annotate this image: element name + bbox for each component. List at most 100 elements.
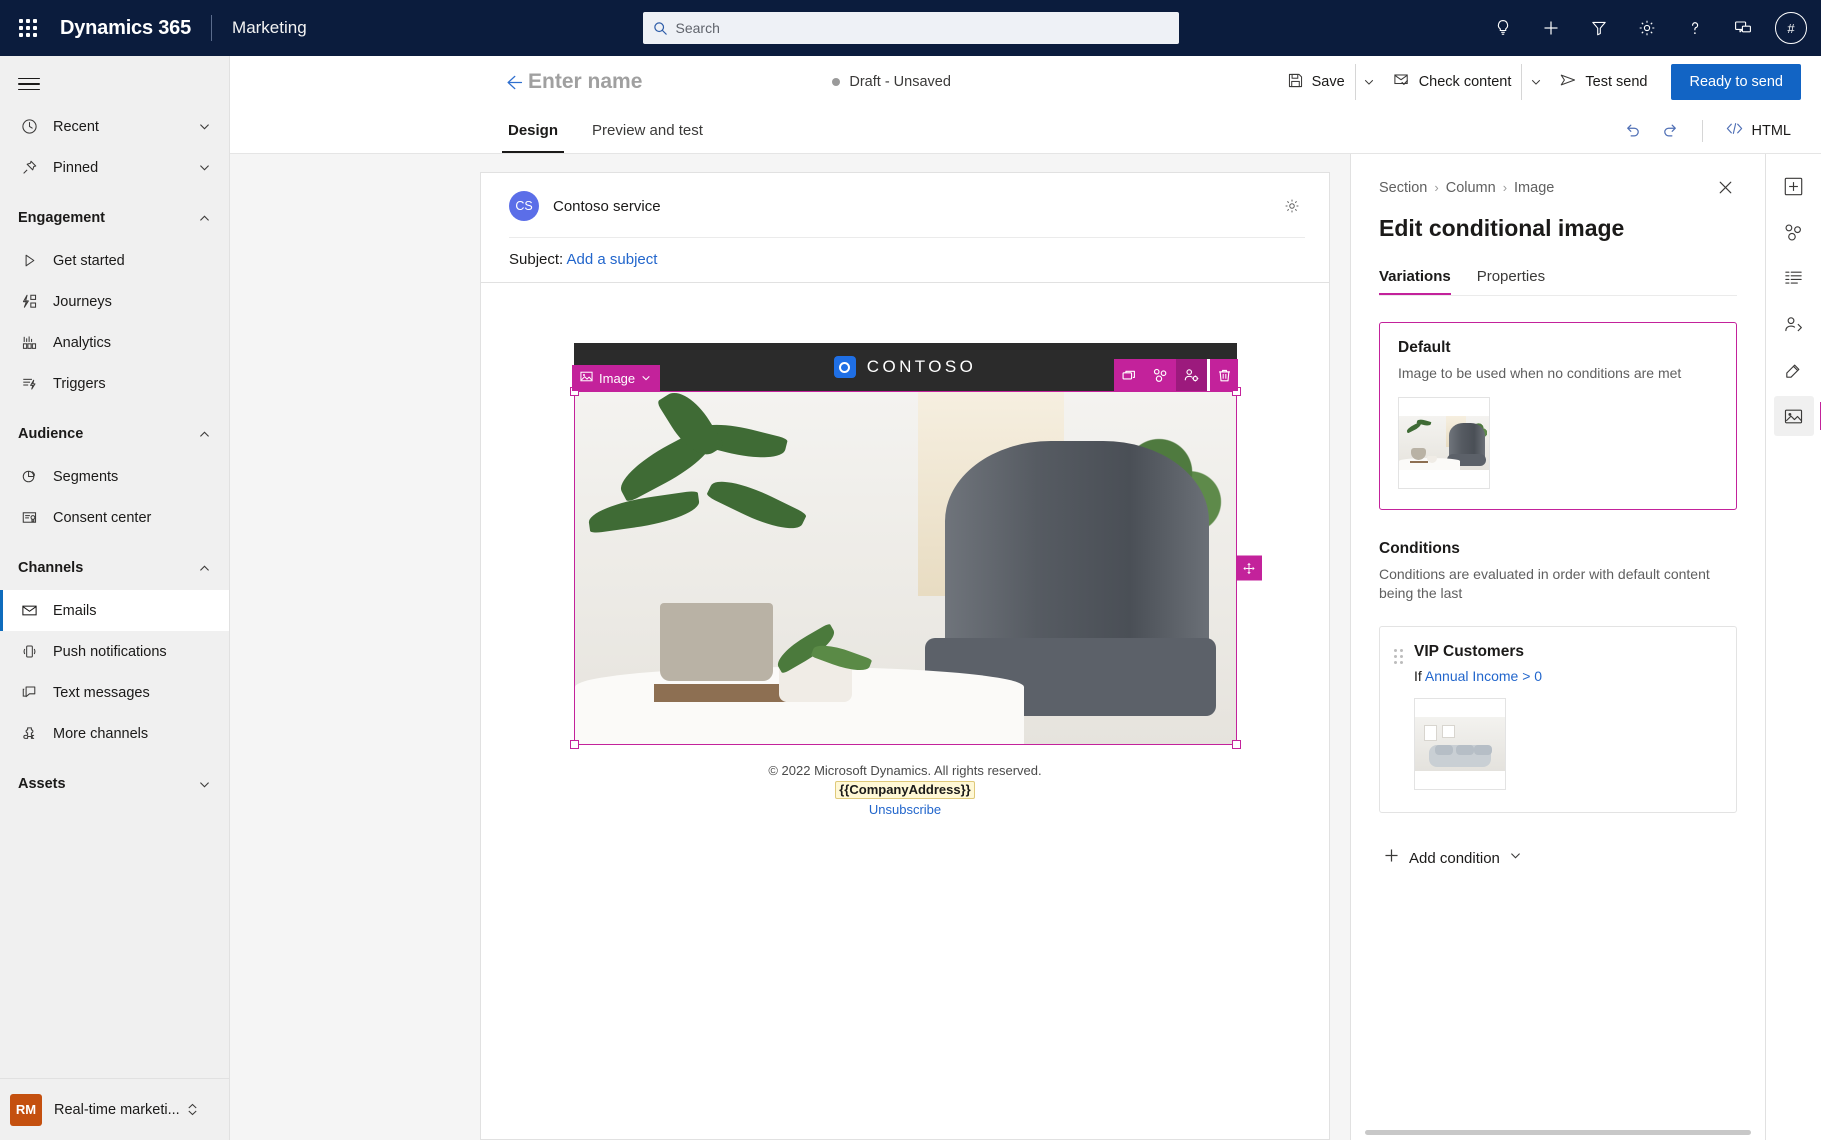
search-icon bbox=[653, 21, 668, 36]
images-icon[interactable] bbox=[1773, 396, 1821, 436]
brand-icon[interactable] bbox=[1774, 350, 1814, 390]
top-navigation-bar: Dynamics 365 Marketing Search # bbox=[0, 0, 1821, 56]
plus-icon[interactable] bbox=[1527, 4, 1575, 52]
sidebar-group-engagement[interactable]: Engagement bbox=[0, 196, 229, 240]
sidebar-item-recent[interactable]: Recent bbox=[0, 106, 229, 147]
resize-handle-bottom-right[interactable] bbox=[1231, 740, 1241, 749]
condition-body: VIP Customers If Annual Income > 0 bbox=[1414, 643, 1718, 791]
add-condition-button[interactable]: Add condition bbox=[1379, 841, 1526, 875]
sidebar-item-consent-center[interactable]: Consent center bbox=[0, 497, 229, 538]
filter-icon[interactable] bbox=[1575, 4, 1623, 52]
vip-image-thumbnail[interactable] bbox=[1414, 698, 1506, 791]
tab-variations[interactable]: Variations bbox=[1379, 268, 1451, 295]
panel-title: Edit conditional image bbox=[1379, 215, 1625, 241]
block-type-tag[interactable]: Image bbox=[572, 365, 661, 391]
sidebar-item-label: Journeys bbox=[53, 293, 112, 310]
default-card-description: Image to be used when no conditions are … bbox=[1398, 365, 1682, 381]
delete-icon[interactable] bbox=[1207, 359, 1238, 391]
breadcrumb-item-image[interactable]: Image bbox=[1514, 180, 1554, 196]
sender-name: Contoso service bbox=[553, 197, 661, 215]
record-name-input[interactable]: Enter name bbox=[528, 70, 642, 94]
default-image-thumbnail[interactable] bbox=[1398, 396, 1490, 489]
html-editor-button[interactable]: HTML bbox=[1717, 114, 1799, 148]
move-handle-icon[interactable] bbox=[1236, 555, 1262, 581]
save-button[interactable]: Save bbox=[1277, 64, 1355, 100]
feedback-icon[interactable] bbox=[1719, 4, 1767, 52]
sidebar-item-analytics[interactable]: Analytics bbox=[0, 322, 229, 363]
resize-handle-bottom-left[interactable] bbox=[569, 740, 579, 749]
journeys-icon bbox=[18, 291, 40, 313]
tab-design[interactable]: Design bbox=[502, 108, 565, 153]
panel-horizontal-scrollbar[interactable] bbox=[1351, 1124, 1765, 1140]
email-hero-image[interactable] bbox=[574, 392, 1236, 744]
image-selection-frame[interactable] bbox=[569, 387, 1241, 749]
sidebar-item-pinned[interactable]: Pinned bbox=[0, 147, 229, 188]
tab-properties[interactable]: Properties bbox=[1477, 268, 1545, 295]
conditional-content-icon[interactable] bbox=[1176, 359, 1207, 391]
condition-rule-attribute[interactable]: Annual Income bbox=[1425, 668, 1518, 684]
breadcrumb-item-section[interactable]: Section bbox=[1379, 180, 1427, 196]
back-arrow-icon[interactable] bbox=[502, 72, 523, 93]
test-send-button[interactable]: Test send bbox=[1549, 64, 1657, 100]
condition-rule-operator[interactable]: > bbox=[1522, 668, 1530, 684]
triggers-icon bbox=[18, 373, 40, 395]
layouts-icon[interactable] bbox=[1774, 258, 1814, 298]
sidebar-item-push-notifications[interactable]: Push notifications bbox=[0, 631, 229, 672]
add-element-icon[interactable] bbox=[1774, 166, 1814, 206]
app-launcher-button[interactable] bbox=[0, 0, 56, 56]
personalization-icon[interactable] bbox=[1774, 304, 1814, 344]
duplicate-icon[interactable] bbox=[1114, 359, 1145, 391]
sms-icon bbox=[18, 682, 40, 704]
drag-handle-icon[interactable] bbox=[1394, 649, 1406, 665]
email-settings-gear-icon[interactable] bbox=[1279, 193, 1305, 219]
lightbulb-icon[interactable] bbox=[1479, 4, 1527, 52]
company-address-token[interactable]: {{CompanyAddress}} bbox=[835, 781, 975, 799]
sidebar-group-audience[interactable]: Audience bbox=[0, 412, 229, 456]
status-label: Draft - Unsaved bbox=[849, 74, 951, 90]
check-content-dropdown-button[interactable] bbox=[1521, 64, 1549, 100]
area-switcher[interactable]: RM Real-time marketi... bbox=[0, 1078, 229, 1140]
ready-to-send-button[interactable]: Ready to send bbox=[1671, 64, 1801, 100]
sidebar-collapse-button[interactable] bbox=[0, 62, 229, 106]
image-icon bbox=[580, 370, 593, 386]
subject-row: Subject: Add a subject bbox=[509, 238, 1305, 282]
help-icon[interactable] bbox=[1671, 4, 1719, 52]
gear-icon[interactable] bbox=[1623, 4, 1671, 52]
sidebar-item-get-started[interactable]: Get started bbox=[0, 240, 229, 281]
image-block-selected[interactable]: Image bbox=[569, 359, 1262, 749]
sidebar-item-segments[interactable]: Segments bbox=[0, 456, 229, 497]
sidebar-item-more-channels[interactable]: More channels bbox=[0, 713, 229, 754]
condition-card[interactable]: VIP Customers If Annual Income > 0 bbox=[1379, 626, 1737, 814]
sidebar-item-journeys[interactable]: Journeys bbox=[0, 281, 229, 322]
close-icon[interactable] bbox=[1714, 176, 1737, 199]
check-content-button[interactable]: Check content bbox=[1383, 64, 1522, 100]
save-dropdown-button[interactable] bbox=[1354, 64, 1383, 100]
sidebar-item-text-messages[interactable]: Text messages bbox=[0, 672, 229, 713]
app-name-label[interactable]: Marketing bbox=[232, 18, 307, 38]
add-subject-link[interactable]: Add a subject bbox=[567, 251, 658, 268]
avatar[interactable]: # bbox=[1775, 12, 1807, 44]
vip-thumbnail-art bbox=[1415, 717, 1505, 772]
sidebar-group-channels[interactable]: Channels bbox=[0, 546, 229, 590]
search-input[interactable]: Search bbox=[642, 12, 1179, 44]
tab-preview-and-test[interactable]: Preview and test bbox=[586, 108, 709, 153]
unsubscribe-link[interactable]: Unsubscribe bbox=[869, 802, 941, 817]
condition-rule-value[interactable]: 0 bbox=[1534, 668, 1542, 684]
undo-icon[interactable] bbox=[1616, 114, 1650, 148]
scrollbar-thumb[interactable] bbox=[1365, 1129, 1751, 1135]
command-bar: Enter name Draft - Unsaved Save Check co… bbox=[230, 56, 1821, 108]
fragments-icon[interactable] bbox=[1774, 212, 1814, 252]
breadcrumb-item-column[interactable]: Column bbox=[1446, 180, 1496, 196]
sidebar-group-assets[interactable]: Assets bbox=[0, 762, 229, 806]
global-search[interactable]: Search bbox=[642, 12, 1179, 44]
more-channels-icon bbox=[18, 723, 40, 745]
brand-title[interactable]: Dynamics 365 bbox=[56, 17, 191, 40]
default-variation-card[interactable]: Default Image to be used when no conditi… bbox=[1379, 322, 1737, 510]
sidebar-group-label: Engagement bbox=[18, 210, 106, 226]
save-as-fragment-icon[interactable] bbox=[1145, 359, 1176, 391]
designer-tools: HTML bbox=[1616, 108, 1821, 153]
redo-icon[interactable] bbox=[1654, 114, 1688, 148]
sidebar-item-emails[interactable]: Emails bbox=[0, 590, 229, 631]
sidebar-item-label: Recent bbox=[53, 118, 99, 135]
sidebar-item-triggers[interactable]: Triggers bbox=[0, 363, 229, 404]
